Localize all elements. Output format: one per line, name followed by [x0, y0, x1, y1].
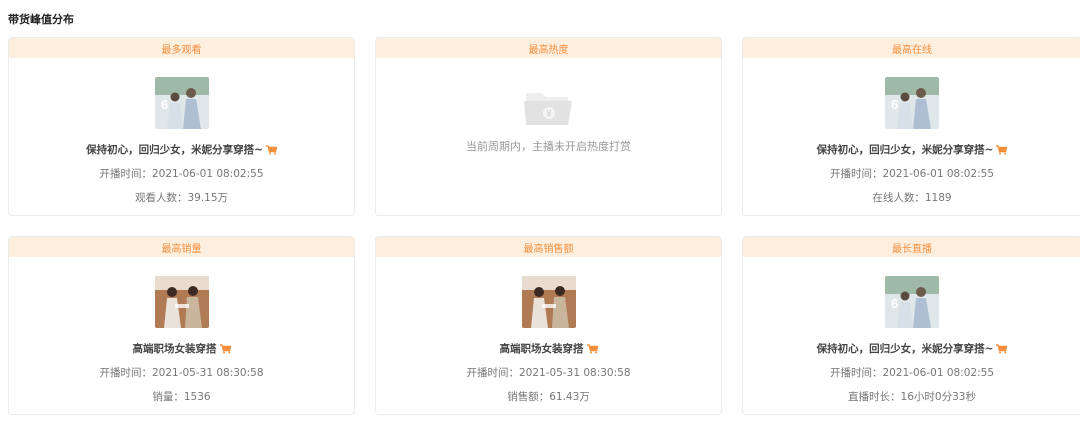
card-highest-sales[interactable]: 最高销量 高端职场女装穿搭 开播时间：2021-05-31 08:30:58 销…	[8, 236, 355, 415]
live-title-row[interactable]: 保持初心，回归少女，米妮分享穿搭~	[743, 142, 1080, 157]
svg-text:6: 6	[891, 97, 898, 112]
card-highest-revenue[interactable]: 最高销售额 高端职场女装穿搭 开播时间：2021-05-31 08:30:58 …	[375, 236, 722, 415]
card-header: 最高在线	[743, 38, 1080, 58]
start-time: 开播时间：2021-06-01 08:02:55	[829, 168, 995, 180]
cart-icon	[219, 343, 231, 354]
svg-text:6: 6	[161, 97, 168, 112]
live-thumbnail[interactable]: 6	[154, 77, 209, 129]
live-title-row[interactable]: 保持初心，回归少女，米妮分享穿搭~	[9, 142, 354, 157]
live-thumbnail[interactable]: 6	[885, 77, 939, 129]
live-thumbnail[interactable]: 6	[885, 276, 939, 328]
live-title[interactable]: 高端职场女装穿搭	[500, 341, 584, 356]
live-title-row[interactable]: 保持初心，回归少女，米妮分享穿搭~	[743, 341, 1080, 356]
stat-value: 在线人数：1189	[872, 192, 952, 204]
live-title-row[interactable]: 高端职场女装穿搭	[376, 341, 721, 356]
stat-value: 直播时长：16小时0分33秒	[848, 391, 976, 403]
card-most-views[interactable]: 最多观看 6 保持初心，回归少女，米妮分享穿搭~ 开播时间：2021-06-01…	[8, 37, 355, 216]
start-time: 开播时间：2021-05-31 08:30:58	[466, 367, 631, 379]
live-thumbnail[interactable]	[521, 276, 576, 328]
cart-icon	[586, 343, 598, 354]
empty-state-text: 当前周期内，主播未开启热度打赏	[466, 140, 631, 153]
empty-folder-icon: ¥	[522, 85, 576, 131]
live-title[interactable]: 高端职场女装穿搭	[133, 341, 217, 356]
card-longest-live[interactable]: 最长直播 6 保持初心，回归少女，米妮分享穿搭~ 开播时间：2021-06-01…	[742, 236, 1080, 415]
svg-text:¥: ¥	[546, 109, 551, 119]
section-title: 带货峰值分布	[8, 13, 74, 26]
card-highest-online[interactable]: 最高在线 6 保持初心，回归少女，米妮分享穿搭~ 开播时间：2021-06-01…	[742, 37, 1080, 216]
live-title[interactable]: 保持初心，回归少女，米妮分享穿搭~	[86, 142, 263, 157]
live-title[interactable]: 保持初心，回归少女，米妮分享穿搭~	[817, 341, 994, 356]
cart-icon	[265, 144, 277, 155]
card-header: 最高热度	[376, 38, 721, 58]
card-header: 最长直播	[743, 237, 1080, 257]
start-time: 开播时间：2021-05-31 08:30:58	[99, 367, 264, 379]
live-title[interactable]: 保持初心，回归少女，米妮分享穿搭~	[817, 142, 994, 157]
card-header: 最高销售额	[376, 237, 721, 257]
card-highest-heat: 最高热度 ¥ 当前周期内，主播未开启热度打赏	[375, 37, 722, 216]
stat-value: 销量：1536	[152, 391, 211, 403]
cart-icon	[996, 144, 1008, 155]
svg-text:6: 6	[891, 296, 898, 311]
start-time: 开播时间：2021-06-01 08:02:55	[829, 367, 995, 379]
stat-value: 观看人数：39.15万	[134, 192, 229, 204]
stat-value: 销售额：61.43万	[507, 391, 590, 403]
card-header: 最多观看	[9, 38, 354, 58]
cart-icon	[996, 343, 1008, 354]
live-thumbnail[interactable]	[154, 276, 209, 328]
start-time: 开播时间：2021-06-01 08:02:55	[99, 168, 264, 180]
live-title-row[interactable]: 高端职场女装穿搭	[9, 341, 354, 356]
card-header: 最高销量	[9, 237, 354, 257]
